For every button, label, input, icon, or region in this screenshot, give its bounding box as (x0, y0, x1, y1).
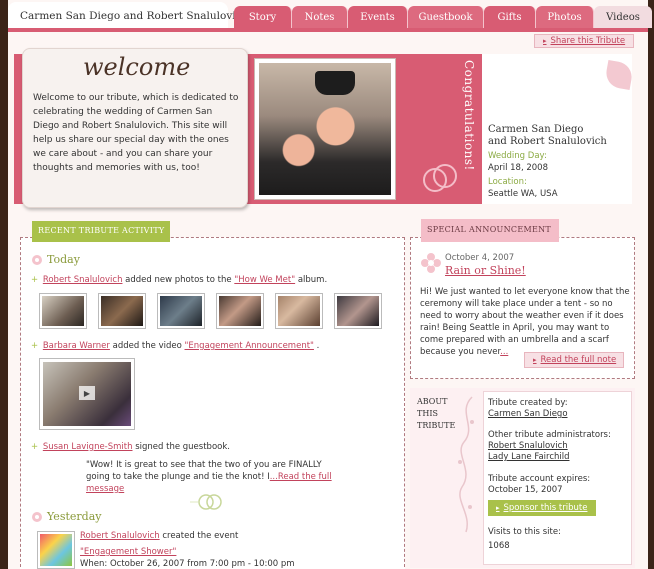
user-link[interactable]: Barbara Warner (43, 341, 110, 351)
expires-label: Tribute account expires: (488, 474, 591, 484)
plus-icon: + (31, 275, 39, 285)
recent-activity-tab: RECENT TRIBUTE ACTIVITY (32, 221, 170, 242)
admins-label: Other tribute administrators: (488, 430, 611, 440)
wedding-day-label: Wedding Day: (488, 151, 547, 161)
photo-thumbnail[interactable] (98, 293, 146, 329)
announcement-title-link[interactable]: Rain or Shine! (445, 264, 526, 277)
photo-thumbnail[interactable] (334, 293, 382, 329)
tab-story[interactable]: Story (234, 6, 292, 28)
wedding-day-value: April 18, 2008 (488, 163, 548, 173)
rings-divider-icon (190, 494, 222, 510)
location-value: Seattle WA, USA (488, 189, 558, 199)
created-by-label: Tribute created by: (488, 398, 568, 408)
photo-thumbnail[interactable] (275, 293, 323, 329)
tab-videos[interactable]: Videos (594, 6, 652, 28)
expires-value: October 15, 2007 (488, 485, 563, 495)
yesterday-heading: Yesterday (31, 510, 101, 523)
event-when: When: October 26, 2007 from 7:00 pm - 10… (80, 559, 295, 569)
album-link[interactable]: "How We Met" (234, 275, 295, 285)
admin-link[interactable]: Lady Lane Fairchild (488, 452, 570, 462)
photo-thumbnail[interactable] (39, 293, 87, 329)
couple-name-line1: Carmen San Diego (488, 124, 584, 135)
visits-label: Visits to this site: (488, 527, 561, 537)
creator-link[interactable]: Carmen San Diego (488, 409, 568, 419)
welcome-text: Welcome to our tribute, which is dedicat… (33, 93, 239, 173)
tab-events[interactable]: Events (348, 6, 408, 28)
wedding-rings-icon (423, 164, 457, 192)
guestbook-quote: "Wow! It is great to see that the two of… (86, 460, 332, 494)
video-thumbnail[interactable]: ▶ (39, 358, 135, 430)
yesterday-heading-text: Yesterday (47, 510, 102, 523)
congratulations-text: Congratulations! (462, 60, 476, 171)
plus-icon: + (31, 442, 39, 452)
about-tribute-label: ABOUT THIS TRIBUTE (417, 397, 456, 430)
announcement-more-link[interactable]: ... (500, 347, 508, 357)
video-link[interactable]: "Engagement Announcement" (185, 341, 314, 351)
welcome-card: welcome Welcome to our tribute, which is… (22, 48, 248, 208)
admin-link[interactable]: Robert Snalulovich (488, 441, 568, 451)
flower-icon (32, 511, 42, 522)
sponsor-tribute-button[interactable]: Sponsor this tribute (488, 500, 596, 516)
today-heading-text: Today (47, 253, 80, 266)
cake-topper-image (259, 63, 391, 195)
user-link[interactable]: Robert Snalulovich (80, 531, 160, 541)
header-divider (8, 28, 648, 32)
activity-entry-photos: + Robert Snalulovich added new photos to… (31, 275, 328, 285)
couple-photo (254, 58, 396, 200)
top-hat-shape (315, 71, 355, 95)
user-link[interactable]: Susan Lavigne-Smith (43, 442, 133, 452)
tab-photos[interactable]: Photos (536, 6, 594, 28)
photo-thumbnail[interactable] (157, 293, 205, 329)
today-heading: Today (31, 253, 80, 266)
announcement-body: Hi! We just wanted to let everyone know … (420, 287, 630, 357)
main-nav-tabs: Story Notes Events Guestbook Gifts Photo… (234, 6, 652, 28)
tab-notes[interactable]: Notes (292, 6, 348, 28)
flower-icon (421, 253, 441, 273)
photo-thumbnail[interactable] (216, 293, 264, 329)
read-full-note-button[interactable]: Read the full note (524, 352, 624, 368)
couple-names: Carmen San Diego and Robert Snalulovich (488, 124, 634, 148)
event-link-line: "Engagement Shower" (80, 547, 176, 557)
activity-entry-video: + Barbara Warner added the video "Engage… (31, 341, 320, 351)
play-icon[interactable]: ▶ (79, 386, 95, 400)
activity-entry-event: Robert Snalulovich created the event (80, 531, 239, 541)
welcome-title: welcome (83, 53, 191, 81)
user-link[interactable]: Robert Snalulovich (43, 275, 123, 285)
share-tribute-button[interactable]: Share this Tribute (534, 34, 634, 48)
tab-guestbook[interactable]: Guestbook (408, 6, 484, 28)
special-announcement-tab: SPECIAL ANNOUNCEMENT (421, 219, 559, 242)
event-thumbnail[interactable] (37, 531, 75, 569)
visits-count: 1068 (488, 541, 510, 551)
plus-icon: + (31, 341, 39, 351)
swirl-decoration-icon (458, 396, 474, 533)
location-label: Location: (488, 177, 527, 187)
event-link[interactable]: "Engagement Shower" (80, 547, 176, 557)
activity-entry-guestbook: + Susan Lavigne-Smith signed the guestbo… (31, 442, 230, 452)
tab-gifts[interactable]: Gifts (484, 6, 536, 28)
announcement-date: October 4, 2007 (445, 253, 515, 263)
couple-name-line2: and Robert Snalulovich (488, 136, 607, 147)
flower-icon (32, 254, 42, 265)
